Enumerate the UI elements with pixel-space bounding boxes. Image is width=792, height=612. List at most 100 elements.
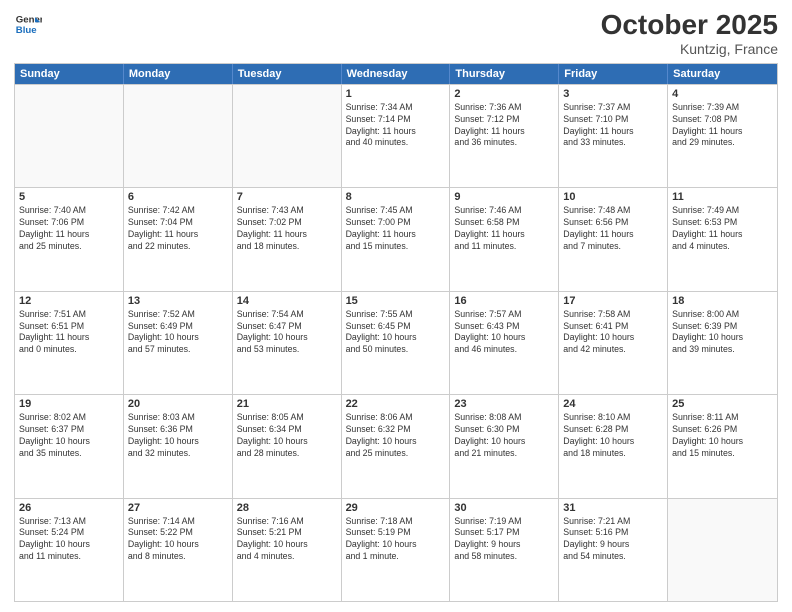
day-info: Sunrise: 7:55 AM Sunset: 6:45 PM Dayligh… [346,309,446,357]
day-info: Sunrise: 7:18 AM Sunset: 5:19 PM Dayligh… [346,516,446,564]
calendar-cell: 26 Sunrise: 7:13 AM Sunset: 5:24 PM Dayli… [15,499,124,601]
svg-text:Blue: Blue [16,25,37,36]
calendar-cell: 5Sunrise: 7:40 AM Sunset: 7:06 PM Daylig… [15,188,124,290]
day-info: Sunrise: 7:21 AM Sunset: 5:16 PM Dayligh… [563,516,663,564]
calendar-cell: 16 Sunrise: 7:57 AM Sunset: 6:43 PM Dayli… [450,292,559,394]
calendar-cell: 3Sunrise: 7:37 AM Sunset: 7:10 PM Daylig… [559,85,668,187]
day-info: Sunrise: 8:03 AM Sunset: 6:36 PM Dayligh… [128,412,228,460]
calendar-cell: 29 Sunrise: 7:18 AM Sunset: 5:19 PM Dayli… [342,499,451,601]
day-number: 10 [563,191,663,203]
page: General Blue October 2025 Kuntzig, Franc… [0,0,792,612]
calendar-cell: 20Sunrise: 8:03 AM Sunset: 6:36 PM Dayli… [124,395,233,497]
weekday-header: Saturday [668,64,777,84]
day-info: Sunrise: 7:45 AM Sunset: 7:00 PM Dayligh… [346,205,446,253]
calendar-cell: 12 Sunrise: 7:51 AM Sunset: 6:51 PM Dayli… [15,292,124,394]
day-info: Sunrise: 7:13 AM Sunset: 5:24 PM Dayligh… [19,516,119,564]
calendar-cell: 8 Sunrise: 7:45 AM Sunset: 7:00 PM Daylig… [342,188,451,290]
day-number: 24 [563,398,663,410]
weekday-header: Friday [559,64,668,84]
day-info: Sunrise: 7:54 AM Sunset: 6:47 PM Dayligh… [237,309,337,357]
calendar-cell: 18Sunrise: 8:00 AM Sunset: 6:39 PM Dayli… [668,292,777,394]
day-info: Sunrise: 8:08 AM Sunset: 6:30 PM Dayligh… [454,412,554,460]
day-info: Sunrise: 7:57 AM Sunset: 6:43 PM Dayligh… [454,309,554,357]
day-number: 14 [237,295,337,307]
calendar-cell: 31 Sunrise: 7:21 AM Sunset: 5:16 PM Dayli… [559,499,668,601]
day-number: 11 [672,191,773,203]
day-number: 21 [237,398,337,410]
day-info: Sunrise: 8:05 AM Sunset: 6:34 PM Dayligh… [237,412,337,460]
day-info: Sunrise: 7:19 AM Sunset: 5:17 PM Dayligh… [454,516,554,564]
day-number: 3 [563,88,663,100]
calendar-cell: 10 Sunrise: 7:48 AM Sunset: 6:56 PM Dayli… [559,188,668,290]
calendar-cell [124,85,233,187]
title-block: October 2025 Kuntzig, France [601,10,778,57]
calendar-cell: 22 Sunrise: 8:06 AM Sunset: 6:32 PM Dayli… [342,395,451,497]
calendar-cell: 13Sunrise: 7:52 AM Sunset: 6:49 PM Dayli… [124,292,233,394]
calendar-row: 1 Sunrise: 7:34 AM Sunset: 7:14 PM Daylig… [15,84,777,187]
location: Kuntzig, France [601,41,778,57]
calendar-header: SundayMondayTuesdayWednesdayThursdayFrid… [15,64,777,84]
day-number: 4 [672,88,773,100]
weekday-header: Sunday [15,64,124,84]
day-info: Sunrise: 8:06 AM Sunset: 6:32 PM Dayligh… [346,412,446,460]
month-title: October 2025 [601,10,778,41]
weekday-header: Monday [124,64,233,84]
day-number: 13 [128,295,228,307]
day-info: Sunrise: 7:14 AM Sunset: 5:22 PM Dayligh… [128,516,228,564]
day-number: 22 [346,398,446,410]
day-number: 15 [346,295,446,307]
day-number: 8 [346,191,446,203]
day-number: 26 [19,502,119,514]
calendar-row: 19 Sunrise: 8:02 AM Sunset: 6:37 PM Dayli… [15,394,777,497]
day-info: Sunrise: 7:16 AM Sunset: 5:21 PM Dayligh… [237,516,337,564]
day-info: Sunrise: 7:39 AM Sunset: 7:08 PM Dayligh… [672,102,773,150]
day-number: 12 [19,295,119,307]
day-number: 2 [454,88,554,100]
calendar-cell: 6Sunrise: 7:42 AM Sunset: 7:04 PM Daylig… [124,188,233,290]
calendar-cell: 28Sunrise: 7:16 AM Sunset: 5:21 PM Dayli… [233,499,342,601]
day-number: 6 [128,191,228,203]
calendar-cell: 24 Sunrise: 8:10 AM Sunset: 6:28 PM Dayli… [559,395,668,497]
calendar-cell: 30 Sunrise: 7:19 AM Sunset: 5:17 PM Dayli… [450,499,559,601]
day-number: 1 [346,88,446,100]
day-number: 29 [346,502,446,514]
calendar-cell [15,85,124,187]
calendar-cell: 19 Sunrise: 8:02 AM Sunset: 6:37 PM Dayli… [15,395,124,497]
calendar-cell: 21 Sunrise: 8:05 AM Sunset: 6:34 PM Dayli… [233,395,342,497]
day-info: Sunrise: 7:40 AM Sunset: 7:06 PM Dayligh… [19,205,119,253]
day-number: 30 [454,502,554,514]
day-number: 23 [454,398,554,410]
calendar-cell [668,499,777,601]
day-info: Sunrise: 8:11 AM Sunset: 6:26 PM Dayligh… [672,412,773,460]
day-number: 19 [19,398,119,410]
calendar-cell: 11Sunrise: 7:49 AM Sunset: 6:53 PM Dayli… [668,188,777,290]
calendar-cell: 14 Sunrise: 7:54 AM Sunset: 6:47 PM Dayli… [233,292,342,394]
day-number: 16 [454,295,554,307]
day-info: Sunrise: 7:58 AM Sunset: 6:41 PM Dayligh… [563,309,663,357]
weekday-header: Thursday [450,64,559,84]
day-info: Sunrise: 8:10 AM Sunset: 6:28 PM Dayligh… [563,412,663,460]
day-number: 27 [128,502,228,514]
calendar-cell: 23 Sunrise: 8:08 AM Sunset: 6:30 PM Dayli… [450,395,559,497]
header: General Blue October 2025 Kuntzig, Franc… [14,10,778,57]
calendar-body: 1 Sunrise: 7:34 AM Sunset: 7:14 PM Daylig… [15,84,777,601]
day-info: Sunrise: 7:43 AM Sunset: 7:02 PM Dayligh… [237,205,337,253]
calendar-row: 26 Sunrise: 7:13 AM Sunset: 5:24 PM Dayli… [15,498,777,601]
calendar-cell: 15 Sunrise: 7:55 AM Sunset: 6:45 PM Dayli… [342,292,451,394]
day-info: Sunrise: 8:02 AM Sunset: 6:37 PM Dayligh… [19,412,119,460]
calendar-cell: 1 Sunrise: 7:34 AM Sunset: 7:14 PM Daylig… [342,85,451,187]
calendar-row: 5Sunrise: 7:40 AM Sunset: 7:06 PM Daylig… [15,187,777,290]
day-info: Sunrise: 7:48 AM Sunset: 6:56 PM Dayligh… [563,205,663,253]
day-number: 9 [454,191,554,203]
day-info: Sunrise: 7:34 AM Sunset: 7:14 PM Dayligh… [346,102,446,150]
day-info: Sunrise: 7:46 AM Sunset: 6:58 PM Dayligh… [454,205,554,253]
calendar: SundayMondayTuesdayWednesdayThursdayFrid… [14,63,778,602]
day-number: 17 [563,295,663,307]
day-number: 25 [672,398,773,410]
day-info: Sunrise: 8:00 AM Sunset: 6:39 PM Dayligh… [672,309,773,357]
logo: General Blue [14,10,42,38]
weekday-header: Tuesday [233,64,342,84]
day-info: Sunrise: 7:36 AM Sunset: 7:12 PM Dayligh… [454,102,554,150]
day-info: Sunrise: 7:51 AM Sunset: 6:51 PM Dayligh… [19,309,119,357]
day-number: 31 [563,502,663,514]
